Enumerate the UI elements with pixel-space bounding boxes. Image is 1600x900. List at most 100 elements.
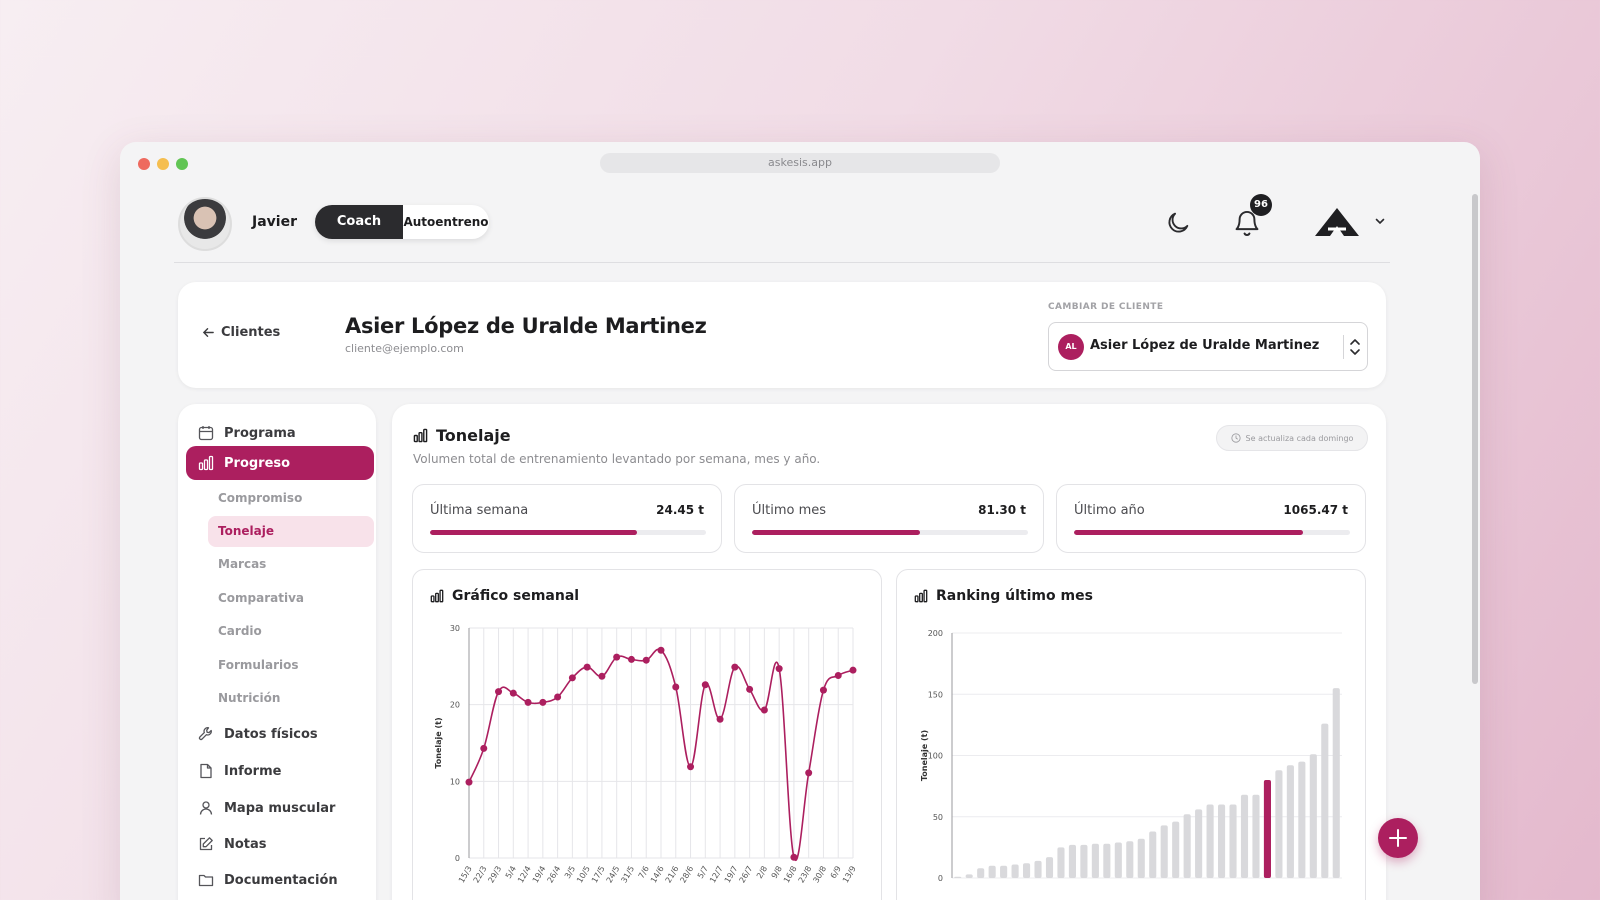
stat-card-week: Última semana 24.45 t	[412, 484, 722, 553]
address-bar[interactable]: askesis.app	[600, 153, 1000, 173]
data-point	[495, 688, 503, 696]
clock-icon	[1230, 433, 1241, 443]
maximize-window-button[interactable]	[176, 158, 188, 170]
ranking-bar	[1183, 814, 1191, 878]
ranking-bar	[1045, 857, 1054, 878]
ranking-bar	[1321, 723, 1329, 878]
bar-chart-icon	[198, 455, 214, 471]
data-point	[716, 715, 724, 723]
sidebar-item-documentacion[interactable]: Documentación	[186, 863, 374, 897]
back-label: Clientes	[221, 325, 281, 340]
back-to-clients-link[interactable]: Clientes	[202, 325, 280, 340]
data-point	[849, 666, 857, 674]
x-tick-label: 31/5	[619, 865, 636, 885]
ranking-bar	[1229, 804, 1237, 878]
x-tick-label: 14/6	[649, 865, 666, 885]
data-point	[539, 698, 547, 706]
ranking-bar	[1149, 831, 1157, 878]
ranking-bar	[977, 868, 985, 878]
ranking-bar	[1114, 842, 1122, 878]
x-tick-label: 30/8	[811, 865, 828, 885]
update-note-pill: Se actualiza cada domingo	[1216, 425, 1368, 451]
close-window-button[interactable]	[138, 158, 150, 170]
ranking-bar	[1137, 838, 1145, 878]
scrollbar[interactable]	[1472, 194, 1478, 684]
add-fab-button[interactable]	[1378, 818, 1418, 858]
y-tick-label: 20	[450, 701, 460, 710]
ranking-bar	[1126, 841, 1134, 878]
mode-coach-button[interactable]: Coach	[315, 205, 403, 239]
mode-autoentreno-button[interactable]: Autoentreno	[403, 205, 489, 239]
minimize-window-button[interactable]	[157, 158, 169, 170]
x-tick-label: 17/5	[590, 865, 607, 885]
stat-card-month: Último mes 81.30 t	[734, 484, 1044, 553]
ranking-chart-card: Ranking último mes 0 50 100 150 200 Tonelaje …	[896, 569, 1366, 900]
ranking-bar	[1286, 765, 1294, 878]
data-point	[480, 744, 488, 752]
update-note-text: Se actualiza cada domingo	[1245, 433, 1354, 443]
sidebar-subitem-compromiso[interactable]: Compromiso	[208, 483, 374, 514]
user-icon	[199, 801, 213, 815]
stat-progress-fill	[1074, 530, 1304, 535]
ranking-bar	[1263, 780, 1271, 878]
stat-value: 81.30 t	[978, 503, 1026, 517]
coach-avatar[interactable]	[178, 197, 232, 251]
y-tick-label: 30	[450, 624, 460, 633]
x-tick-label: 22/3	[472, 865, 489, 885]
sidebar-item-mapa-muscular[interactable]: Mapa muscular	[186, 791, 374, 825]
ranking-bar	[1023, 863, 1031, 878]
edit-icon	[199, 837, 213, 851]
notification-badge: 96	[1250, 194, 1272, 216]
data-point	[834, 672, 842, 680]
x-tick-label: 19/7	[723, 865, 740, 885]
plus-icon	[1389, 829, 1407, 847]
ranking-bar	[1160, 825, 1168, 878]
data-point	[819, 686, 827, 694]
data-point	[672, 683, 680, 691]
x-tick-label: 12/4	[516, 865, 533, 885]
ranking-bar	[1206, 804, 1214, 878]
sidebar-item-datos-fisicos[interactable]: Datos físicos	[186, 717, 374, 751]
data-point	[687, 763, 695, 771]
sidebar-subitem-comparativa[interactable]: Comparativa	[208, 583, 374, 614]
sidebar-item-notas[interactable]: Notas	[186, 827, 374, 861]
sidebar-item-informe[interactable]: Informe	[186, 754, 374, 788]
stat-progress-fill	[752, 530, 921, 535]
sidebar-subitem-nutricion[interactable]: Nutrición	[208, 683, 374, 714]
sidebar-subitem-marcas[interactable]: Marcas	[208, 549, 374, 580]
sidebar-item-progreso[interactable]: Progreso	[186, 446, 374, 480]
ranking-bar	[1011, 864, 1019, 878]
browser-window: askesis.app Javier Coach Autoentreno 96	[120, 142, 1480, 900]
x-tick-label: 5/7	[696, 865, 710, 881]
folder-icon	[198, 874, 214, 887]
client-select[interactable]: AL Asier López de Uralde Martinez	[1048, 322, 1368, 371]
client-name: Asier López de Uralde Martinez	[345, 314, 707, 338]
stat-progress-track	[752, 530, 1028, 535]
sidebar-subitem-cardio[interactable]: Cardio	[208, 616, 374, 647]
ranking-bar	[954, 876, 962, 878]
y-axis-title: Tonelaje (t)	[434, 717, 443, 768]
moon-icon[interactable]	[1164, 209, 1192, 237]
data-point	[465, 778, 473, 786]
ranking-bar	[1309, 754, 1317, 878]
stat-progress-track	[430, 530, 706, 535]
sidebar-subitem-tonelaje[interactable]: Tonelaje	[208, 516, 374, 547]
x-tick-label: 7/6	[637, 865, 651, 881]
y-tick-label: 100	[928, 752, 943, 761]
sidebar-item-programa[interactable]: Programa	[186, 416, 374, 450]
sidebar-item-label: Documentación	[224, 872, 338, 888]
chevron-down-icon[interactable]	[1374, 215, 1386, 227]
sidebar-subitem-formularios[interactable]: Formularios	[208, 650, 374, 681]
title-bar: askesis.app	[120, 142, 1480, 186]
sidebar-item-label: Datos físicos	[224, 726, 318, 742]
client-select-value: Asier López de Uralde Martinez	[1090, 338, 1320, 353]
x-tick-label: 26/4	[546, 865, 563, 885]
askesis-logo-icon[interactable]	[1314, 207, 1360, 237]
x-tick-label: 6/9	[829, 865, 843, 881]
data-point	[554, 693, 562, 701]
y-tick-label: 0	[455, 854, 460, 863]
select-divider	[1343, 335, 1344, 359]
x-tick-label: 16/8	[782, 865, 799, 885]
data-point	[746, 685, 754, 693]
x-tick-label: 13/9	[841, 865, 858, 885]
